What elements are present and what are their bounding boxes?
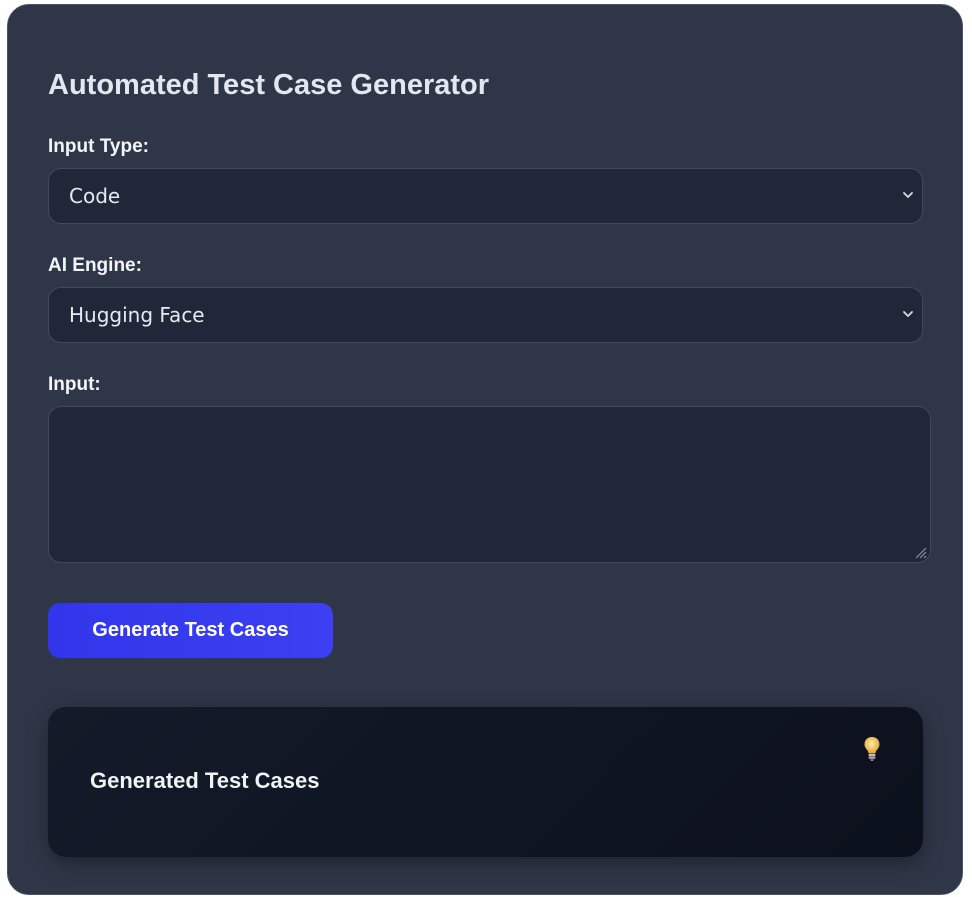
ai-engine-select[interactable]: Hugging Face — [48, 287, 923, 343]
ai-engine-label: AI Engine: — [48, 255, 142, 276]
page-title: Automated Test Case Generator — [48, 69, 490, 101]
input-type-label: Input Type: — [48, 136, 149, 157]
chevron-down-icon — [903, 192, 913, 198]
lightbulb-icon — [864, 737, 880, 761]
output-panel: Generated Test Cases — [48, 707, 923, 857]
chevron-down-icon — [903, 311, 913, 317]
input-type-selected-value: Code — [69, 184, 121, 208]
input-label: Input: — [48, 374, 101, 395]
resize-handle-icon[interactable] — [911, 543, 927, 559]
input-type-select[interactable]: Code — [48, 168, 923, 224]
ai-engine-selected-value: Hugging Face — [69, 303, 205, 327]
output-title: Generated Test Cases — [90, 768, 320, 793]
generate-test-cases-button[interactable]: Generate Test Cases — [48, 603, 333, 658]
generator-card: Automated Test Case Generator Input Type… — [7, 4, 963, 895]
input-textarea[interactable] — [48, 406, 931, 563]
